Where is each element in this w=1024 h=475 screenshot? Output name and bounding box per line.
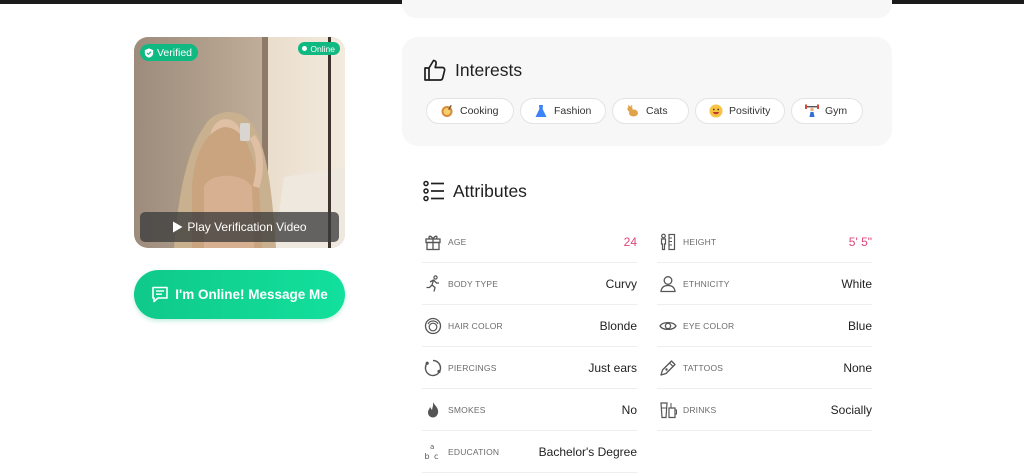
attribute-age: AGE 24 [422, 221, 637, 263]
interest-label: Positivity [729, 105, 771, 117]
drink-icon [658, 400, 677, 419]
svg-text:c: c [434, 452, 438, 461]
attribute-hair-color: HAIR COLOR Blonde [422, 305, 637, 347]
attribute-label: SMOKES [448, 404, 486, 415]
interests-header: Interests [423, 58, 522, 82]
smile-icon [709, 104, 723, 118]
attribute-label: ETHNICITY [683, 278, 730, 289]
cat-icon [626, 104, 640, 118]
thumbs-up-icon [424, 59, 446, 81]
attribute-value: Bachelor's Degree [538, 444, 637, 459]
pen-icon [658, 358, 677, 377]
interest-chips: Cooking Fashion Cats Positivity Gym [426, 98, 863, 124]
attribute-value: Socially [830, 402, 872, 417]
interest-chip-positivity[interactable]: Positivity [695, 98, 785, 124]
weightlifter-icon [805, 104, 819, 118]
attribute-label: HEIGHT [683, 236, 717, 247]
interest-chip-cooking[interactable]: Cooking [426, 98, 514, 124]
attribute-label: BODY TYPE [448, 278, 499, 289]
attribute-value: White [841, 276, 872, 291]
chat-icon [152, 286, 169, 303]
attribute-height: HEIGHT 5' 5" [657, 221, 872, 263]
person-icon [658, 274, 677, 293]
interests-card: Interests Cooking Fashion Cats Positivit… [402, 37, 892, 146]
attribute-label: DRINKS [683, 404, 717, 415]
attribute-label: TATTOOS [683, 362, 724, 373]
attribute-body-type: BODY TYPE Curvy [422, 263, 637, 305]
message-me-button[interactable]: I'm Online! Message Me [134, 270, 345, 319]
online-badge: Online [298, 42, 340, 55]
interest-chip-cats[interactable]: Cats [612, 98, 689, 124]
attribute-ethnicity: ETHNICITY White [657, 263, 872, 305]
gift-icon [423, 232, 442, 251]
attribute-piercings: PIERCINGS Just ears [422, 347, 637, 389]
attribute-label: HAIR COLOR [448, 320, 503, 331]
attribute-value: Just ears [588, 360, 637, 375]
svg-text:a: a [430, 443, 434, 451]
height-icon [658, 232, 677, 251]
online-label: Online [310, 43, 335, 54]
list-icon [423, 180, 444, 202]
shield-check-icon [144, 47, 154, 58]
interest-label: Cats [646, 105, 668, 117]
attribute-tattoos: TATTOOS None [657, 347, 872, 389]
play-verification-video-button[interactable]: Play Verification Video [140, 212, 339, 242]
attribute-drinks: DRINKS Socially [657, 389, 872, 431]
eye-icon [658, 316, 677, 335]
interest-label: Cooking [460, 105, 499, 117]
play-icon [173, 221, 183, 233]
verified-badge: Verified [140, 44, 199, 61]
runner-icon [423, 274, 442, 293]
flame-icon [423, 400, 442, 419]
cooking-icon [440, 104, 454, 118]
svg-text:b: b [424, 452, 429, 461]
attribute-value: 24 [623, 234, 637, 249]
interest-label: Gym [825, 105, 848, 117]
hair-icon [423, 316, 442, 335]
interests-title: Interests [455, 59, 523, 80]
attribute-value: No [621, 402, 637, 417]
attribute-eye-color: EYE COLOR Blue [657, 305, 872, 347]
profile-photo[interactable]: Verified Online Play Verification Video [134, 37, 345, 248]
interest-chip-gym[interactable]: Gym [791, 98, 863, 124]
attributes-title: Attributes [453, 180, 527, 201]
attribute-label: EDUCATION [448, 446, 500, 457]
attribute-value: Blue [847, 318, 872, 333]
attribute-value: 5' 5" [848, 234, 872, 249]
attribute-value: Blonde [599, 318, 637, 333]
dress-icon [534, 104, 548, 118]
online-dot-icon [302, 46, 308, 51]
attribute-label: EYE COLOR [683, 320, 735, 331]
interest-chip-fashion[interactable]: Fashion [520, 98, 606, 124]
attribute-education: abc EDUCATION Bachelor's Degree [422, 431, 637, 473]
play-label: Play Verification Video [187, 220, 307, 234]
attribute-value: Curvy [605, 276, 637, 291]
abc-icon: abc [423, 442, 442, 461]
previous-card [402, 0, 892, 18]
attribute-value: None [843, 360, 872, 375]
interest-label: Fashion [554, 105, 592, 117]
attribute-label: AGE [448, 236, 467, 247]
verified-label: Verified [157, 46, 193, 59]
attribute-smokes: SMOKES No [422, 389, 637, 431]
attribute-label: PIERCINGS [448, 362, 497, 373]
message-me-label: I'm Online! Message Me [175, 287, 328, 302]
attributes-header: Attributes [423, 180, 527, 202]
ring-icon [423, 358, 442, 377]
